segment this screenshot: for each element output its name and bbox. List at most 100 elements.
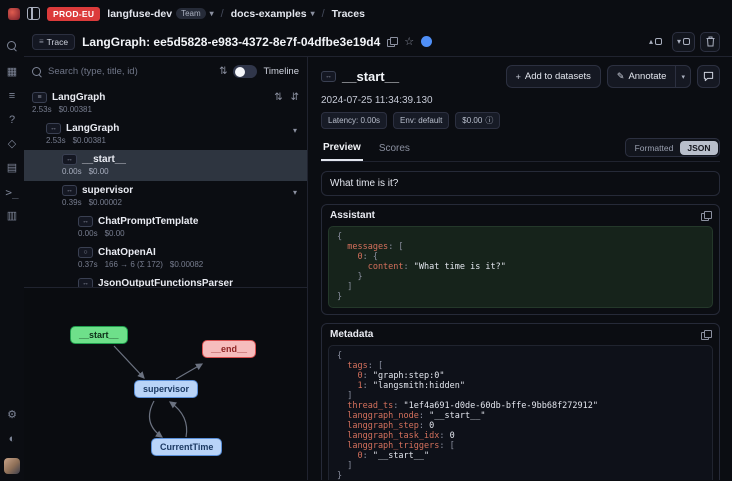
cost-value: $0.00 bbox=[462, 116, 482, 125]
observation-detail-panel: ↔ __start__ + Add to datasets ✎ Annotate… bbox=[309, 57, 732, 480]
observation-label: ChatOpenAI bbox=[98, 247, 156, 258]
cost-value: $0.00 bbox=[89, 167, 109, 176]
square-icon bbox=[655, 38, 662, 45]
trace-title: LangGraph: ee5d5828-e983-4372-8e7f-04dfb… bbox=[82, 35, 380, 49]
tree-search-box[interactable] bbox=[48, 66, 213, 77]
settings-gear-icon[interactable]: ⚙ bbox=[7, 410, 17, 421]
info-icon[interactable]: ⓘ bbox=[485, 115, 493, 126]
prompts-icon[interactable]: ▤ bbox=[7, 163, 17, 174]
dashboard-icon[interactable]: ▦ bbox=[7, 67, 17, 78]
tree-search-row: ⇅ Timeline bbox=[24, 57, 307, 84]
trash-icon bbox=[706, 36, 715, 47]
timeline-toggle-label: Timeline bbox=[263, 66, 299, 77]
annotate-dropdown-caret[interactable]: ▾ bbox=[675, 65, 691, 88]
datasets-icon[interactable]: ▥ bbox=[7, 211, 17, 222]
observation-title: __start__ bbox=[342, 69, 399, 84]
tree-row-span-chatprompttemplate[interactable]: ↔ ChatPromptTemplate 0.00s $0.00 bbox=[24, 212, 307, 243]
annotate-button[interactable]: ✎ Annotate bbox=[607, 65, 676, 88]
sort-icon[interactable]: ⇅ bbox=[219, 66, 227, 77]
format-option-json[interactable]: JSON bbox=[680, 141, 717, 155]
breadcrumb-separator: / bbox=[221, 8, 224, 20]
observation-label: LangGraph bbox=[52, 92, 105, 103]
add-to-datasets-label: Add to datasets bbox=[525, 71, 591, 82]
timeline-toggle[interactable] bbox=[233, 65, 257, 78]
graph-node-end[interactable]: __end__ bbox=[202, 340, 256, 358]
org-breadcrumb[interactable]: langfuse-dev Team ▾ bbox=[107, 8, 213, 20]
trace-icon: ≡ bbox=[32, 92, 47, 103]
input-message-box: What time is it? bbox=[321, 171, 720, 196]
comment-bubble-icon bbox=[703, 71, 714, 82]
observation-timestamp: 2024-07-25 11:34:39.130 bbox=[321, 95, 720, 106]
cost-value: $0.00381 bbox=[59, 105, 92, 114]
user-avatar[interactable] bbox=[4, 458, 20, 474]
search-icon[interactable] bbox=[7, 41, 17, 54]
square-icon bbox=[683, 38, 690, 45]
previous-trace-button[interactable]: ▴ bbox=[644, 32, 667, 52]
environment-badge: PROD-EU bbox=[47, 7, 100, 21]
span-icon: ↔ bbox=[46, 123, 61, 134]
delete-trace-button[interactable] bbox=[700, 32, 720, 52]
span-icon: ↔ bbox=[321, 71, 336, 82]
comment-button[interactable] bbox=[697, 65, 720, 88]
chevron-down-icon[interactable]: ▾ bbox=[293, 188, 297, 197]
generation-icon: ○ bbox=[78, 247, 93, 258]
copy-output-icon[interactable] bbox=[701, 211, 711, 221]
pencil-icon: ✎ bbox=[617, 71, 625, 82]
format-option-formatted[interactable]: Formatted bbox=[628, 141, 681, 155]
latency-value: 2.53s bbox=[46, 136, 66, 145]
next-trace-button[interactable]: ▾ bbox=[672, 32, 695, 52]
graph-node-start[interactable]: __start__ bbox=[70, 326, 128, 344]
star-icon[interactable]: ☆ bbox=[404, 35, 414, 48]
trace-tree-panel: ⇅ Timeline ⇅ ⇵ ≡ LangGraph 2.53s $0.0038… bbox=[24, 57, 308, 480]
search-icon bbox=[32, 67, 42, 77]
project-breadcrumb[interactable]: docs-examples ▾ bbox=[231, 8, 315, 20]
support-icon[interactable]: ? bbox=[9, 115, 15, 126]
tree-row-trace-langgraph[interactable]: ≡ LangGraph 2.53s $0.00381 bbox=[24, 88, 307, 119]
tracing-icon[interactable]: ≡ bbox=[9, 91, 15, 102]
span-icon: ↔ bbox=[78, 216, 93, 227]
assistant-card-title: Assistant bbox=[330, 210, 375, 221]
theme-toggle-icon[interactable]: ◐ bbox=[9, 434, 16, 445]
section-breadcrumb[interactable]: Traces bbox=[332, 8, 365, 20]
trace-type-badge: ≡ Trace bbox=[32, 34, 75, 50]
tree-row-span-start[interactable]: ↔ __start__ 0.00s $0.00 bbox=[24, 150, 307, 181]
chevron-down-icon: ▾ bbox=[311, 9, 315, 18]
token-usage: 166 → 6 (Σ 172) bbox=[105, 260, 163, 269]
observation-tree: ⇅ ⇵ ≡ LangGraph 2.53s $0.00381 ↔ LangGra… bbox=[24, 84, 307, 314]
graph-node-currenttime[interactable]: CurrentTime bbox=[151, 438, 222, 456]
tree-row-generation-chatopenai[interactable]: ○ ChatOpenAI 0.37s 166 → 6 (Σ 172) $0.00… bbox=[24, 243, 307, 274]
evals-icon[interactable]: ◇ bbox=[8, 139, 16, 150]
latency-value: 0.00s bbox=[78, 229, 98, 238]
magnifier-icon bbox=[7, 41, 17, 51]
org-name: langfuse-dev bbox=[107, 8, 172, 20]
cost-value: $0.00381 bbox=[73, 136, 106, 145]
latency-badge: Latency: 0.00s bbox=[321, 112, 387, 129]
cost-value: $0.00082 bbox=[170, 260, 203, 269]
tree-row-span-langgraph[interactable]: ↔ LangGraph 2.53s $0.00381 ▾ bbox=[24, 119, 307, 150]
playground-icon[interactable]: >_ bbox=[5, 187, 18, 198]
detail-tabs: Preview Scores Formatted JSON bbox=[321, 138, 720, 162]
chevron-down-icon[interactable]: ▾ bbox=[293, 126, 297, 135]
chevron-down-icon: ▾ bbox=[210, 9, 214, 18]
latency-value: 0.39s bbox=[62, 198, 82, 207]
add-to-datasets-button[interactable]: + Add to datasets bbox=[506, 65, 601, 88]
detail-header: ↔ __start__ + Add to datasets ✎ Annotate… bbox=[321, 65, 720, 88]
public-share-icon[interactable] bbox=[421, 36, 432, 47]
metadata-card-title: Metadata bbox=[330, 329, 373, 340]
observation-label: supervisor bbox=[82, 185, 133, 196]
cost-value: $0.00 bbox=[105, 229, 125, 238]
format-toggle: Formatted JSON bbox=[625, 138, 720, 157]
breadcrumb-separator: / bbox=[322, 8, 325, 20]
sidebar-toggle-icon[interactable] bbox=[27, 7, 40, 20]
tree-search-input[interactable] bbox=[48, 66, 213, 77]
section-name: Traces bbox=[332, 8, 365, 20]
tab-scores[interactable]: Scores bbox=[377, 139, 412, 160]
tab-preview[interactable]: Preview bbox=[321, 138, 363, 161]
span-icon: ↔ bbox=[62, 185, 77, 196]
copy-metadata-icon[interactable] bbox=[701, 330, 711, 340]
agent-graph-panel: __start__ __end__ supervisor CurrentTime bbox=[24, 287, 307, 480]
assistant-json-code: { messages: [ 0: { content: "What time i… bbox=[337, 232, 704, 302]
tree-row-span-supervisor[interactable]: ↔ supervisor 0.39s $0.00002 ▾ bbox=[24, 181, 307, 212]
graph-node-supervisor[interactable]: supervisor bbox=[134, 380, 198, 398]
copy-trace-id-icon[interactable] bbox=[387, 37, 397, 47]
